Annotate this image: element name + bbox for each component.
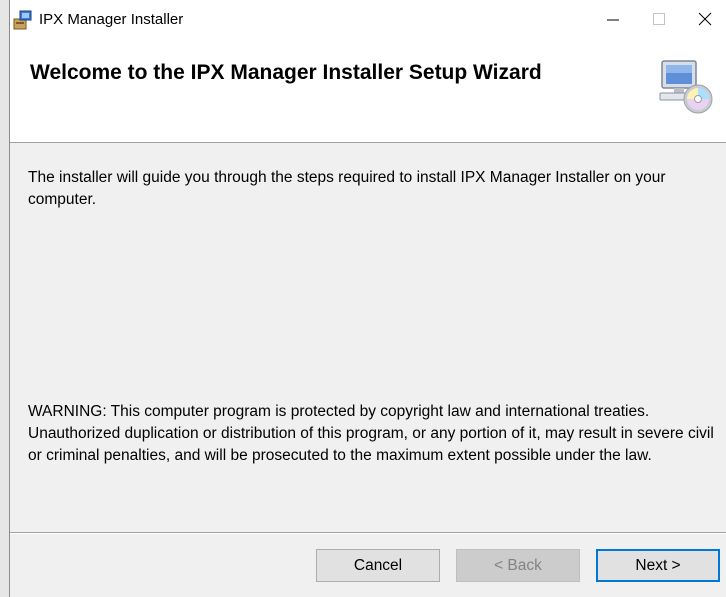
title-bar[interactable]: IPX Manager Installer	[10, 0, 726, 39]
close-button[interactable]	[682, 0, 726, 39]
header-banner: Welcome to the IPX Manager Installer Set…	[10, 39, 726, 143]
maximize-button	[636, 0, 682, 39]
close-icon	[698, 12, 712, 26]
wizard-body: The installer will guide you through the…	[10, 143, 726, 533]
cancel-button[interactable]: Cancel	[316, 549, 440, 582]
installer-window: IPX Manager Installer Welcome to the IPX…	[9, 0, 726, 597]
window-title: IPX Manager Installer	[39, 11, 184, 28]
footer-separator-highlight	[10, 533, 726, 534]
setup-computer-cd-icon	[658, 59, 714, 115]
next-button[interactable]: Next >	[596, 549, 720, 582]
intro-text: The installer will guide you through the…	[28, 169, 666, 208]
maximize-icon	[653, 13, 665, 25]
wizard-title: Welcome to the IPX Manager Installer Set…	[30, 61, 542, 84]
minimize-button[interactable]	[590, 0, 636, 39]
minimize-icon	[607, 19, 619, 21]
copyright-warning-text: WARNING: This computer program is protec…	[28, 403, 714, 464]
installer-app-icon	[13, 10, 33, 30]
back-button: < Back	[456, 549, 580, 582]
